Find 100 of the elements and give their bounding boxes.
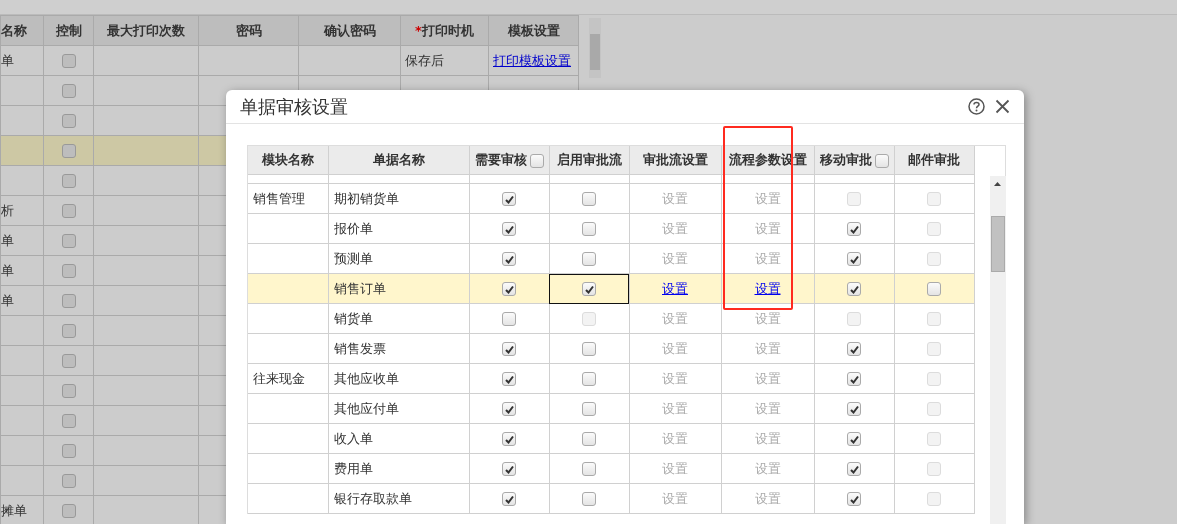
checkbox[interactable] — [61, 444, 76, 459]
settings-link[interactable]: 设置 — [754, 310, 781, 326]
scrollbar[interactable] — [589, 18, 601, 78]
table-cell: 其他应付单 — [328, 393, 469, 424]
table-cell: 报价单 — [328, 213, 469, 244]
settings-link[interactable]: 设置 — [662, 490, 688, 506]
settings-link[interactable]: 设置 — [662, 370, 688, 386]
scrollbar-thumb[interactable] — [990, 216, 1005, 272]
settings-link[interactable]: 设置 — [662, 340, 688, 356]
checkbox[interactable] — [61, 84, 76, 99]
column-header: 需要审核 — [469, 146, 549, 175]
checkbox[interactable] — [502, 372, 516, 387]
column-header: 启用审批流 — [549, 146, 629, 175]
settings-link[interactable]: 设置 — [662, 310, 688, 326]
table-cell: 收入单 — [328, 423, 469, 454]
checkbox[interactable] — [582, 192, 596, 207]
checkbox[interactable] — [582, 462, 596, 477]
checkbox[interactable] — [502, 492, 516, 507]
settings-link[interactable]: 设置 — [754, 460, 781, 476]
checkbox[interactable] — [61, 54, 76, 69]
settings-link[interactable]: 设置 — [662, 460, 688, 476]
table-cell: 摊单 — [0, 495, 44, 524]
settings-link[interactable]: 设置 — [754, 280, 781, 296]
checkbox[interactable] — [502, 222, 516, 237]
checkbox[interactable] — [502, 432, 516, 447]
checkbox[interactable] — [582, 402, 596, 417]
table-cell: 析 — [0, 195, 44, 226]
checkbox[interactable] — [61, 504, 76, 519]
checkbox[interactable] — [847, 222, 861, 237]
settings-link[interactable]: 设置 — [662, 400, 688, 416]
column-header: 邮件审批 — [894, 146, 974, 175]
settings-link[interactable]: 设置 — [754, 340, 781, 356]
checkbox[interactable] — [61, 264, 76, 279]
checkbox[interactable] — [582, 342, 596, 357]
checkbox[interactable] — [502, 342, 516, 357]
settings-link[interactable]: 设置 — [754, 430, 781, 446]
checkbox[interactable] — [582, 222, 596, 237]
column-header: 审批流设置 — [629, 146, 721, 175]
column-header: 最大打印次数 — [93, 15, 199, 46]
checkbox[interactable] — [582, 252, 596, 267]
required-mark: * — [415, 22, 422, 38]
checkbox[interactable] — [582, 432, 596, 447]
checkbox[interactable] — [502, 252, 516, 267]
checkbox[interactable] — [61, 174, 76, 189]
column-header: 密码 — [198, 15, 299, 46]
table-cell: 单 — [0, 285, 44, 316]
checkbox[interactable] — [847, 432, 861, 447]
close-icon[interactable] — [995, 99, 1010, 114]
table-cell: 销售管理 — [248, 183, 328, 214]
table-cell: 银行存取款单 — [328, 483, 469, 514]
checkbox[interactable] — [847, 402, 861, 417]
up-arrow-icon[interactable] — [994, 182, 1001, 186]
column-header: 名称 — [0, 15, 44, 46]
checkbox[interactable] — [847, 372, 861, 387]
table-cell: 单 — [0, 255, 44, 286]
table-cell: 往来现金 — [248, 363, 328, 394]
settings-link[interactable]: 设置 — [662, 280, 688, 296]
checkbox[interactable] — [61, 324, 76, 339]
checkbox[interactable] — [61, 414, 76, 429]
settings-link[interactable]: 设置 — [662, 250, 688, 266]
checkbox[interactable] — [582, 282, 596, 297]
checkbox[interactable] — [61, 294, 76, 309]
settings-link[interactable]: 设置 — [754, 400, 781, 416]
settings-link[interactable]: 设置 — [754, 190, 781, 206]
checkbox[interactable] — [61, 144, 76, 159]
checkbox[interactable] — [847, 252, 861, 267]
settings-link[interactable]: 设置 — [754, 490, 781, 506]
checkbox[interactable] — [847, 342, 861, 357]
checkbox[interactable] — [502, 192, 516, 207]
checkbox[interactable] — [502, 462, 516, 477]
checkbox[interactable] — [502, 402, 516, 417]
checkbox[interactable] — [61, 384, 76, 399]
table-cell: 期初销货单 — [328, 183, 469, 214]
checkbox[interactable] — [847, 462, 861, 477]
checkbox[interactable] — [927, 282, 941, 297]
checkbox[interactable] — [61, 234, 76, 249]
checkbox[interactable] — [874, 153, 889, 168]
help-icon[interactable] — [968, 98, 985, 115]
column-header: 单据名称 — [328, 146, 469, 175]
checkbox[interactable] — [502, 282, 516, 297]
checkbox[interactable] — [847, 492, 861, 507]
table-cell: 销货单 — [328, 303, 469, 334]
scrollbar-thumb[interactable] — [590, 34, 600, 70]
settings-link[interactable]: 设置 — [754, 250, 781, 266]
settings-link[interactable]: 设置 — [754, 370, 781, 386]
column-header: 模板设置 — [488, 15, 579, 46]
settings-link[interactable]: 设置 — [754, 220, 781, 236]
checkbox[interactable] — [582, 492, 596, 507]
settings-link[interactable]: 设置 — [662, 220, 688, 236]
checkbox[interactable] — [582, 372, 596, 387]
checkbox[interactable] — [61, 474, 76, 489]
settings-link[interactable]: 设置 — [662, 190, 688, 206]
table-cell: 预测单 — [328, 243, 469, 274]
checkbox[interactable] — [847, 282, 861, 297]
settings-link[interactable]: 设置 — [662, 430, 688, 446]
checkbox[interactable] — [502, 312, 516, 327]
checkbox[interactable] — [61, 114, 76, 129]
checkbox[interactable] — [61, 204, 76, 219]
checkbox[interactable] — [529, 153, 544, 168]
checkbox[interactable] — [61, 354, 76, 369]
